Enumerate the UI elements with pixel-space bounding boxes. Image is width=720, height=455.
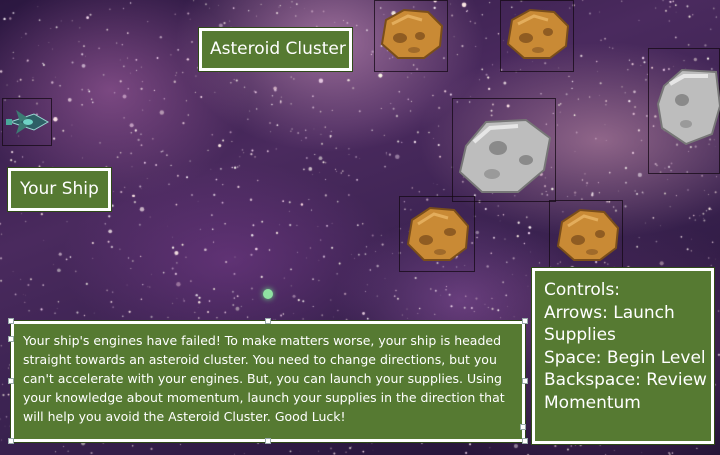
asteroid-brown-icon[interactable] bbox=[378, 6, 446, 62]
resize-handle[interactable] bbox=[522, 438, 528, 444]
asteroid-gray-icon[interactable] bbox=[456, 116, 554, 196]
supply-pod-icon bbox=[263, 289, 273, 299]
resize-handle[interactable] bbox=[522, 318, 528, 324]
asteroid-brown-icon[interactable] bbox=[404, 204, 472, 264]
resize-handle[interactable] bbox=[265, 438, 271, 444]
asteroid-cluster-label: Asteroid Cluster bbox=[198, 27, 353, 72]
controls-space-line: Space: Begin Level bbox=[544, 347, 706, 368]
resize-handle[interactable] bbox=[265, 318, 271, 324]
spaceship-icon[interactable] bbox=[4, 100, 50, 144]
controls-panel: Controls: Arrows: Launch Supplies Space:… bbox=[531, 267, 715, 445]
your-ship-label-text: Your Ship bbox=[20, 179, 99, 199]
asteroid-gray-icon[interactable] bbox=[656, 66, 720, 146]
asteroid-brown-icon[interactable] bbox=[554, 206, 622, 264]
your-ship-label: Your Ship bbox=[7, 167, 112, 212]
resize-handle[interactable] bbox=[8, 438, 14, 444]
controls-title: Controls: bbox=[544, 280, 621, 300]
controls-backspace-line: Backspace: Review Momentum bbox=[544, 370, 707, 413]
resize-handle[interactable] bbox=[522, 378, 528, 384]
mission-message-box: Your ship's engines have failed! To make… bbox=[10, 320, 526, 443]
space-background: Asteroid Cluster Your Ship Controls: Arr… bbox=[0, 0, 720, 455]
asteroid-brown-icon[interactable] bbox=[504, 6, 572, 62]
asteroid-cluster-label-text: Asteroid Cluster bbox=[210, 39, 346, 59]
resize-handle[interactable] bbox=[8, 318, 14, 324]
resize-handle[interactable] bbox=[520, 424, 526, 430]
resize-handle[interactable] bbox=[8, 378, 14, 384]
mission-message-text: Your ship's engines have failed! To make… bbox=[23, 333, 505, 424]
resize-handle[interactable] bbox=[8, 336, 14, 342]
controls-arrows-line: Arrows: Launch Supplies bbox=[544, 302, 675, 346]
